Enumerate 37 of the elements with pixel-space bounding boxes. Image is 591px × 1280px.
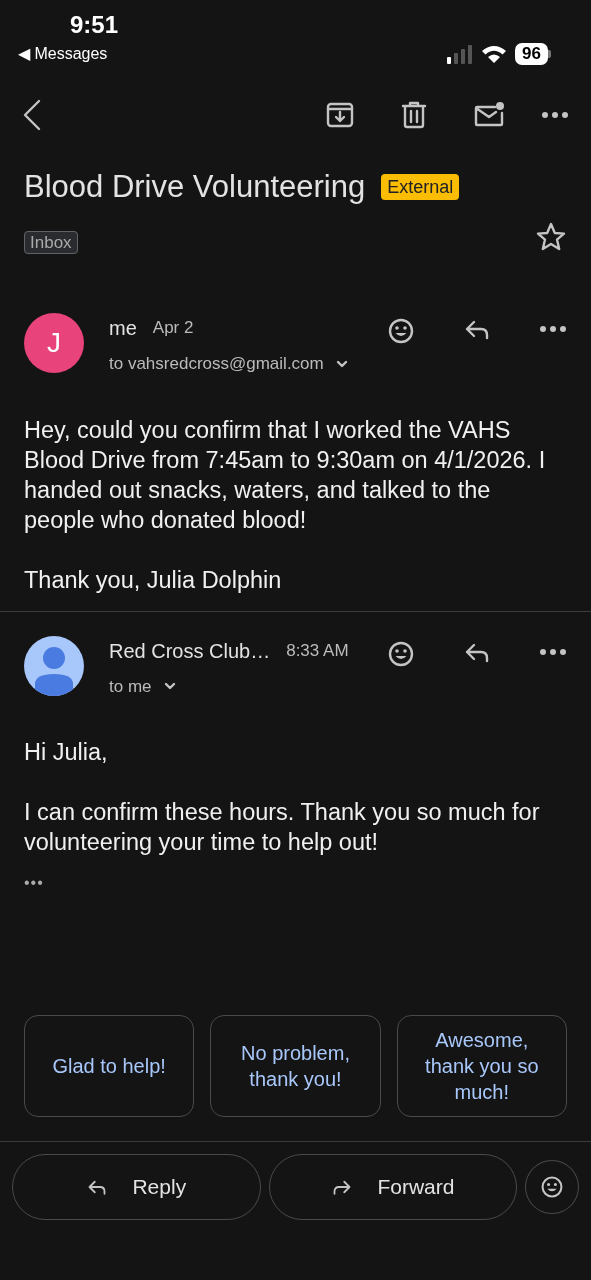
react-button[interactable] xyxy=(387,317,415,345)
smart-reply-chip[interactable]: Awesome, thank you so much! xyxy=(396,1015,567,1117)
star-button[interactable] xyxy=(535,221,567,253)
inbox-label: Inbox xyxy=(24,230,78,254)
message-paragraph: I can confirm these hours. Thank you so much for volunteering your time to help out! xyxy=(24,798,541,857)
back-to-app-link[interactable]: ◀ Messages xyxy=(18,42,119,67)
message-paragraph: Thank you, Julia Dolphin xyxy=(24,565,283,595)
sender-name: Red Cross Club… xyxy=(109,638,271,664)
smart-reply-chip[interactable]: No problem, thank you! xyxy=(210,1015,381,1117)
forward-button[interactable]: Forward xyxy=(268,1154,518,1220)
message-paragraph: Hey, could you confirm that I worked the VAHS Blood Drive from 7:45am to 9:30am on 4/1/2026. I handed out snacks, waters, and talked to the people who donated blood! xyxy=(24,415,547,535)
battery-level: 96 xyxy=(515,43,548,65)
wifi-icon xyxy=(481,44,508,64)
more-icon[interactable] xyxy=(539,325,567,333)
smart-reply-chip[interactable]: Glad to help! xyxy=(24,1015,195,1117)
sender-name: me xyxy=(109,316,137,341)
show-trimmed-button[interactable]: ••• xyxy=(24,871,44,895)
clock-time: 9:51 xyxy=(70,12,119,39)
more-options-button[interactable] xyxy=(541,111,569,119)
more-icon[interactable] xyxy=(539,647,567,656)
recipient-text: to me xyxy=(109,675,152,698)
battery-tip xyxy=(548,50,551,58)
emoji-button[interactable] xyxy=(525,1160,579,1214)
recipient-text: to vahsredcross@gmail.com xyxy=(109,353,324,375)
recipient-details-button[interactable] xyxy=(335,359,348,368)
message-date: 8:33 AM xyxy=(286,639,349,662)
message-paragraph: Hi Julia, xyxy=(24,738,109,767)
back-button[interactable] xyxy=(22,98,42,132)
message-date: Apr 2 xyxy=(152,317,194,340)
signal-icon xyxy=(447,44,474,64)
reply-button[interactable]: Reply xyxy=(12,1154,261,1220)
recipient-details-button[interactable] xyxy=(163,682,176,691)
external-tag: External xyxy=(381,174,460,201)
avatar: J xyxy=(24,313,84,373)
emoji-icon[interactable] xyxy=(540,1175,565,1199)
email-subject: Blood Drive Volunteering xyxy=(24,168,366,206)
react-button[interactable] xyxy=(387,639,415,668)
